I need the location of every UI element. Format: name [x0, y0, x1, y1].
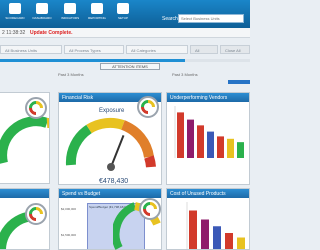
left-gauge-panel — [0, 92, 50, 184]
nav-item-dashboard[interactable]: DASHBOARD — [30, 3, 54, 20]
cost-unused-products-chart — [186, 202, 245, 249]
chart-bar — [213, 226, 221, 249]
y-tick-label: $1,500,000 — [61, 233, 77, 237]
period-label-right: Past 3 Months — [172, 72, 198, 77]
progress-fill — [0, 59, 185, 62]
attention-items-button[interactable]: ATTENTION ITEMS — [100, 63, 160, 70]
nav-label: SCORECARD — [5, 16, 25, 20]
gauge-orange-arc — [121, 120, 154, 158]
bottom-left-gauge-panel — [0, 188, 50, 250]
nav-label: SETUP — [117, 16, 128, 20]
chart-bar — [207, 131, 214, 158]
chart-bar — [237, 142, 244, 158]
gauge-hub — [107, 163, 115, 171]
nav-label: REPORTING — [88, 16, 106, 20]
indicators-icon — [64, 3, 76, 14]
mini-gauge-icon — [139, 198, 161, 220]
filter-all-button[interactable]: All — [190, 45, 218, 54]
close-all-button[interactable]: Close All — [220, 45, 250, 54]
mini-gauge-icon — [137, 96, 159, 118]
cost-unused-products-panel: Cost of Unused Products — [166, 188, 250, 250]
chart-bar — [217, 136, 224, 158]
gauge-green-arc — [113, 202, 137, 250]
setup-icon — [117, 3, 129, 14]
chart-bar — [197, 125, 204, 158]
status-time: 2 11:38:32 — [2, 30, 26, 36]
reporting-icon — [91, 3, 103, 14]
progress-bar — [0, 59, 250, 62]
nav-item-setup[interactable]: SETUP — [111, 3, 135, 20]
underperforming-vendors-panel: Underperforming Vendors — [166, 92, 250, 185]
spend-gauge — [113, 202, 161, 250]
y-tick-label: $2,000,000 — [61, 207, 77, 211]
cost-unused-products-title: Cost of Unused Products — [167, 189, 249, 198]
exposure-value: €478,430 — [99, 178, 129, 185]
scorecard-icon — [9, 3, 21, 14]
status-bar: 2 11:38:32 Update Complete. — [0, 28, 250, 38]
chart-bar — [189, 210, 197, 249]
nav-item-scorecard[interactable]: SCORECARD — [3, 3, 27, 20]
period-label-left: Past 3 Months — [58, 72, 84, 77]
nav-label: INDICATORS — [60, 16, 80, 20]
nav-item-indicators[interactable]: INDICATORS — [58, 3, 82, 20]
mini-gauge-icon — [25, 97, 47, 119]
chart-bar — [201, 219, 209, 249]
gauge-red-arc — [144, 155, 156, 168]
business-unit-search-input[interactable] — [178, 14, 244, 23]
dashboard-icon — [36, 3, 48, 14]
filter-process-types-button[interactable]: All Process Types — [64, 45, 124, 54]
nav-label: DASHBOARD — [32, 16, 52, 20]
filter-categories-button[interactable]: All Categories — [126, 45, 188, 54]
spend-gauge-panel — [113, 188, 163, 250]
nav-item-reporting[interactable]: REPORTING — [85, 3, 109, 20]
filter-bar: All Business Units All Process Types All… — [0, 45, 250, 55]
accent-bar — [228, 80, 250, 84]
search-label: Search — [162, 16, 178, 22]
underperforming-vendors-chart — [174, 106, 244, 158]
chart-bar — [237, 237, 245, 249]
gauge-green-arc — [65, 124, 92, 166]
financial-risk-panel: Financial Risk Exposure €478,430 — [58, 92, 162, 185]
chart-bar — [227, 138, 234, 158]
top-nav-bar: SCORECARD DASHBOARD INDICATORS REPORTING… — [0, 0, 250, 28]
chart-bar — [187, 119, 194, 158]
mini-gauge-icon — [25, 203, 47, 225]
filter-business-units-button[interactable]: All Business Units — [0, 45, 62, 54]
gauge-needle — [110, 135, 125, 168]
status-message: Update Complete. — [30, 30, 73, 36]
gauge-yellow-arc — [86, 117, 125, 134]
gauge-green-arc — [0, 116, 49, 164]
chart-bar — [177, 112, 184, 158]
underperforming-vendors-title: Underperforming Vendors — [167, 93, 249, 102]
chart-bar — [225, 233, 233, 249]
